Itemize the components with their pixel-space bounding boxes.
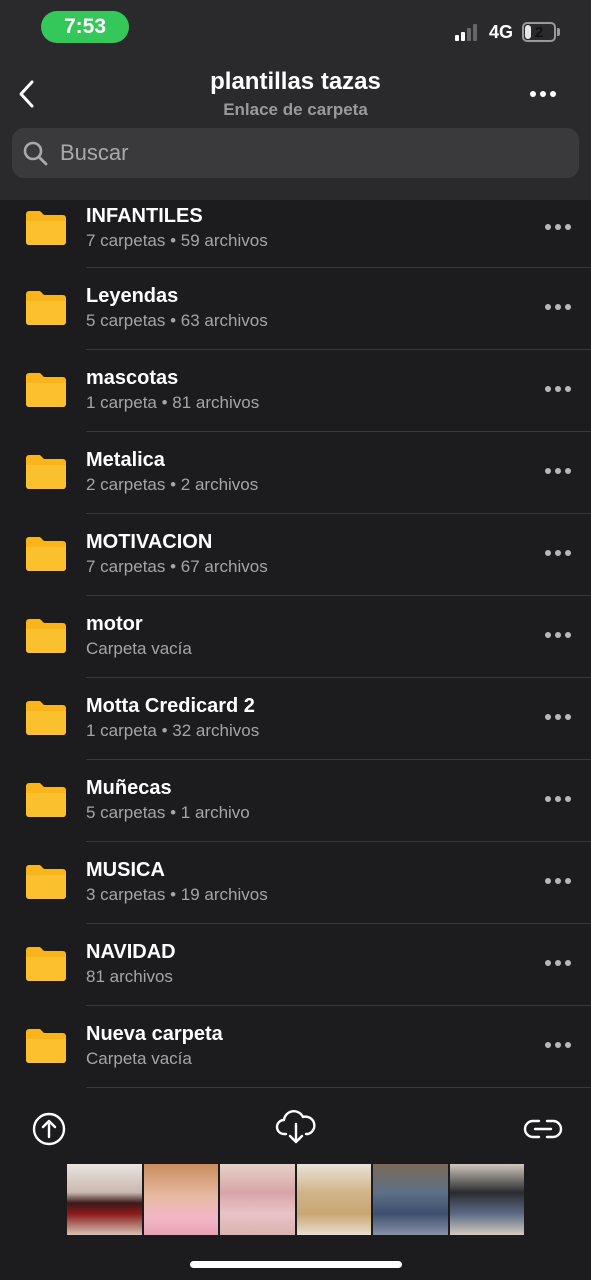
ad-thumbnail[interactable] xyxy=(449,1164,524,1235)
folder-row[interactable]: NAVIDAD 81 archivos xyxy=(0,924,591,1006)
cloud-download-icon xyxy=(275,1110,316,1144)
folder-row[interactable]: Motta Credicard 2 1 carpeta • 32 archivos xyxy=(0,678,591,760)
status-bar: 7:53 4G 2 xyxy=(0,0,591,58)
network-label: 4G xyxy=(489,22,514,42)
ellipsis-icon xyxy=(540,379,576,399)
folder-name: Nueva carpeta xyxy=(86,1023,223,1045)
folder-name: Muñecas xyxy=(86,777,172,799)
home-indicator[interactable] xyxy=(190,1261,402,1268)
folder-row[interactable]: Metalica 2 carpetas • 2 archivos xyxy=(0,432,591,514)
ad-thumbnail[interactable] xyxy=(296,1164,371,1235)
ad-thumbnail[interactable] xyxy=(143,1164,218,1235)
ellipsis-icon xyxy=(540,707,576,727)
folder-more-button[interactable] xyxy=(540,379,576,399)
folder-row[interactable]: mascotas 1 carpeta • 81 archivos xyxy=(0,350,591,432)
folder-name: MOTIVACION xyxy=(86,531,213,553)
folder-name: Leyendas xyxy=(86,285,179,307)
folder-meta: 5 carpetas • 1 archivo xyxy=(86,803,250,822)
search-icon xyxy=(23,141,48,166)
battery-icon: 2 xyxy=(522,22,556,42)
folder-icon xyxy=(26,373,66,407)
upload-icon xyxy=(32,1112,66,1146)
battery-percent: 2 xyxy=(534,23,544,41)
search-input[interactable] xyxy=(58,139,579,167)
folder-more-button[interactable] xyxy=(540,953,576,973)
folder-more-button[interactable] xyxy=(540,217,576,237)
search-bar[interactable] xyxy=(12,128,579,178)
folder-more-button[interactable] xyxy=(540,1035,576,1055)
ellipsis-icon xyxy=(540,1035,576,1055)
ellipsis-icon xyxy=(540,953,576,973)
folder-row[interactable]: Nueva carpeta Carpeta vacía xyxy=(0,1006,591,1088)
folder-name: motor xyxy=(86,613,143,635)
folder-meta: 81 archivos xyxy=(86,967,173,986)
folder-name: Motta Credicard 2 xyxy=(86,695,255,717)
folder-row[interactable]: Leyendas 5 carpetas • 63 archivos xyxy=(0,268,591,350)
ad-thumbnail[interactable] xyxy=(373,1164,448,1235)
folder-more-button[interactable] xyxy=(540,707,576,727)
folder-meta: 2 carpetas • 2 archivos xyxy=(86,475,259,494)
ellipsis-icon xyxy=(540,625,576,645)
link-icon xyxy=(523,1119,563,1139)
folder-name: INFANTILES xyxy=(86,205,203,227)
folder-icon xyxy=(26,783,66,817)
folder-meta: Carpeta vacía xyxy=(86,1049,192,1068)
upload-button[interactable] xyxy=(30,1110,68,1148)
folder-icon xyxy=(26,537,66,571)
link-button[interactable] xyxy=(523,1114,563,1144)
page-title: plantillas tazas xyxy=(210,68,381,95)
ad-thumbnail[interactable] xyxy=(220,1164,295,1235)
ellipsis-icon xyxy=(526,84,560,104)
folder-more-button[interactable] xyxy=(540,543,576,563)
status-time: 7:53 xyxy=(41,11,129,43)
folder-meta: 7 carpetas • 67 archivos xyxy=(86,557,268,576)
folder-icon xyxy=(26,865,66,899)
folder-meta: 5 carpetas • 63 archivos xyxy=(86,311,268,330)
folder-row[interactable]: Muñecas 5 carpetas • 1 archivo xyxy=(0,760,591,842)
folder-row[interactable]: MUSICA 3 carpetas • 19 archivos xyxy=(0,842,591,924)
ellipsis-icon xyxy=(540,461,576,481)
more-options-button[interactable] xyxy=(526,84,560,104)
folder-icon xyxy=(26,1029,66,1063)
folder-meta: 1 carpeta • 81 archivos xyxy=(86,393,260,412)
folder-meta: 3 carpetas • 19 archivos xyxy=(86,885,268,904)
folder-row[interactable]: MOTIVACION 7 carpetas • 67 archivos xyxy=(0,514,591,596)
folder-name: mascotas xyxy=(86,367,179,389)
battery-cap xyxy=(557,28,560,36)
signal-icon xyxy=(455,23,483,41)
folder-name: NAVIDAD xyxy=(86,941,176,963)
ad-thumbnail[interactable] xyxy=(67,1164,142,1235)
ellipsis-icon xyxy=(540,871,576,891)
header: 7:53 4G 2 plantillas tazas Enlace de car… xyxy=(0,0,591,200)
folder-icon xyxy=(26,701,66,735)
folder-meta: 1 carpeta • 32 archivos xyxy=(86,721,260,740)
folder-more-button[interactable] xyxy=(540,871,576,891)
folder-row[interactable]: motor Carpeta vacía xyxy=(0,596,591,678)
folder-row[interactable]: INFANTILES 7 carpetas • 59 archivos xyxy=(0,200,591,268)
ellipsis-icon xyxy=(540,543,576,563)
folder-icon xyxy=(26,291,66,325)
folder-more-button[interactable] xyxy=(540,461,576,481)
folder-more-button[interactable] xyxy=(540,789,576,809)
folder-icon xyxy=(26,947,66,981)
ellipsis-icon xyxy=(540,297,576,317)
folder-more-button[interactable] xyxy=(540,625,576,645)
download-button[interactable] xyxy=(275,1106,317,1148)
folder-name: Metalica xyxy=(86,449,165,471)
folder-icon xyxy=(26,619,66,653)
folder-meta: Carpeta vacía xyxy=(86,639,192,658)
folder-more-button[interactable] xyxy=(540,297,576,317)
folder-meta: 7 carpetas • 59 archivos xyxy=(86,231,268,250)
ellipsis-icon xyxy=(540,217,576,237)
folder-name: MUSICA xyxy=(86,859,165,881)
folder-icon xyxy=(26,455,66,489)
ellipsis-icon xyxy=(540,789,576,809)
ad-banner[interactable] xyxy=(67,1164,524,1235)
folder-list: INFANTILES 7 carpetas • 59 archivos Leyend… xyxy=(0,200,591,1088)
folder-icon xyxy=(26,211,66,245)
page-subtitle: Enlace de carpeta xyxy=(223,100,368,119)
